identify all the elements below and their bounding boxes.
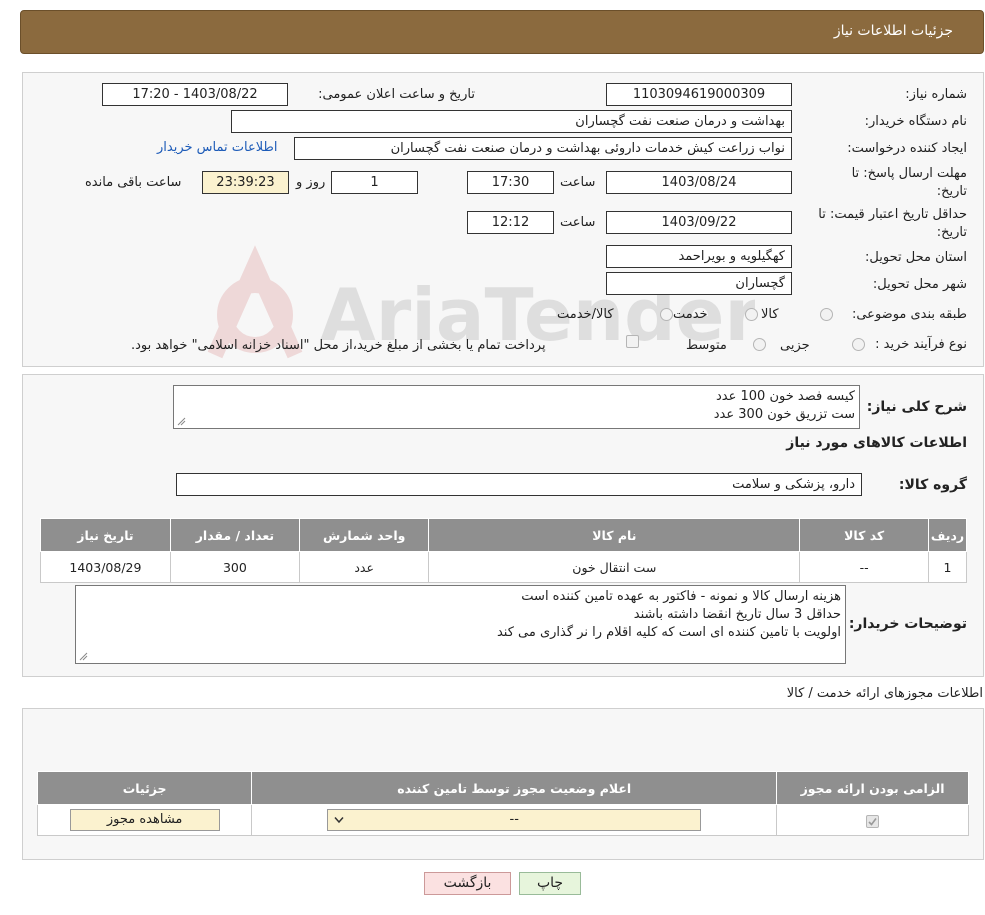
reply-deadline-label-2: تاریخ: — [936, 184, 967, 199]
chevron-down-icon — [334, 817, 344, 824]
view-permit-button[interactable]: مشاهده مجوز — [69, 809, 220, 831]
col-date-header: تاریخ نیاز — [40, 518, 171, 552]
city-field: گچساران — [606, 272, 792, 295]
permits-section-title: اطلاعات مجوزهای ارائه خدمت / کالا — [786, 686, 983, 701]
process-minor-radio[interactable] — [852, 338, 865, 351]
province-label: استان محل تحویل: — [865, 250, 967, 265]
col-code-header: کد کالا — [799, 518, 930, 552]
cell-row: 1 — [928, 551, 967, 583]
col-qty-header: تعداد / مقدار — [169, 518, 300, 552]
category-both-radio[interactable] — [660, 308, 673, 321]
need-number-field: 1103094619000309 — [606, 83, 792, 106]
requester-field: نواب زراعت کیش خدمات داروئی بهداشت و درم… — [294, 137, 792, 160]
province-field: کهگیلویه و بویراحمد — [606, 245, 792, 268]
col-name-header: نام کالا — [428, 518, 801, 552]
goods-group-label: گروه کالا: — [898, 477, 967, 493]
col-unit-header: واحد شمارش — [298, 518, 430, 552]
process-medium-radio[interactable] — [753, 338, 766, 351]
summary-label: شرح کلی نیاز: — [866, 399, 967, 415]
remaining-days: 1 — [331, 171, 418, 194]
permit-details-cell: مشاهده مجوز — [36, 804, 253, 836]
permit-status-header: اعلام وضعیت مجوز توسط تامین کننده — [251, 771, 778, 805]
reply-time-label: ساعت — [560, 175, 596, 190]
category-both-label: کالا/خدمت — [557, 307, 614, 322]
process-minor-label: جزیی — [780, 338, 810, 353]
price-validity-date: 1403/09/22 — [606, 211, 792, 234]
check-icon — [868, 817, 877, 826]
price-validity-label-2: تاریخ: — [936, 225, 967, 240]
cell-date: 1403/08/29 — [40, 551, 171, 583]
remaining-time-label: ساعت باقی مانده — [85, 175, 182, 190]
summary-line-2: ست تزریق خون 300 عدد — [713, 407, 855, 422]
permit-status-select[interactable]: -- — [327, 809, 702, 831]
permit-status-cell: -- — [251, 804, 778, 836]
price-validity-label: حداقل تاریخ اعتبار قیمت: تا — [818, 207, 967, 222]
price-validity-time: 12:12 — [467, 211, 554, 234]
table-row: -- مشاهده مجوز — [36, 804, 969, 836]
city-label: شهر محل تحویل: — [872, 277, 967, 292]
buyer-notes-textarea[interactable]: هزینه ارسال کالا و نمونه - فاکتور به عهد… — [75, 585, 846, 664]
summary-line-1: کیسه فصد خون 100 عدد — [715, 389, 855, 404]
category-label: طبقه بندی موضوعی: — [851, 307, 967, 322]
note-line-2: حداقل 3 سال تاریخ انقضا داشته باشند — [633, 607, 841, 622]
announce-datetime-field: 1403/08/22 - 17:20 — [102, 83, 288, 106]
page-title: جزئیات اطلاعات نیاز — [833, 23, 953, 39]
permits-table: الزامی بودن ارائه مجوز اعلام وضعیت مجوز … — [36, 771, 969, 836]
reply-deadline-label: مهلت ارسال پاسخ: تا — [851, 166, 967, 181]
reply-deadline-time: 17:30 — [467, 171, 554, 194]
buyer-org-label: نام دستگاه خریدار: — [864, 114, 967, 129]
need-number-label: شماره نیاز: — [905, 87, 967, 102]
permit-required-cell — [776, 804, 969, 836]
summary-textarea[interactable]: کیسه فصد خون 100 عدد ست تزریق خون 300 عد… — [173, 385, 860, 429]
note-line-3: اولویت با تامین کننده ای است که کلیه اقل… — [496, 625, 841, 640]
category-goods-radio[interactable] — [820, 308, 833, 321]
buyer-org-field: بهداشت و درمان صنعت نفت گچساران — [231, 110, 792, 133]
treasury-checkbox[interactable] — [626, 335, 639, 348]
goods-table: ردیف کد کالا نام کالا واحد شمارش تعداد /… — [40, 518, 967, 583]
permit-details-header: جزئیات — [36, 771, 253, 805]
table-row: 1 -- ست انتقال خون عدد 300 1403/08/29 — [40, 551, 967, 583]
process-type-label: نوع فرآیند خرید : — [875, 337, 967, 352]
print-button[interactable]: چاپ — [519, 872, 581, 895]
permit-required-header: الزامی بودن ارائه مجوز — [776, 771, 969, 805]
category-service-radio[interactable] — [745, 308, 758, 321]
remaining-time: 23:39:23 — [202, 171, 289, 194]
price-time-label: ساعت — [560, 215, 596, 230]
resize-grip-icon[interactable] — [79, 652, 88, 661]
goods-group-field: دارو، پزشکی و سلامت — [176, 473, 862, 496]
category-service-label: خدمت — [673, 307, 708, 322]
cell-name: ست انتقال خون — [428, 551, 801, 583]
permit-required-checkbox — [866, 814, 880, 828]
back-button[interactable]: بازگشت — [424, 872, 511, 895]
buyer-notes-label: توضیحات خریدار: — [848, 616, 967, 632]
goods-section-title: اطلاعات کالاهای مورد نیاز — [786, 435, 967, 451]
requester-label: ایجاد کننده درخواست: — [847, 141, 967, 156]
buyer-contact-link[interactable]: اطلاعات تماس خریدار — [157, 140, 277, 155]
note-line-1: هزینه ارسال کالا و نمونه - فاکتور به عهد… — [521, 589, 841, 604]
category-goods-label: کالا — [761, 307, 779, 322]
reply-deadline-date: 1403/08/24 — [606, 171, 792, 194]
cell-code: -- — [799, 551, 930, 583]
cell-qty: 300 — [169, 551, 300, 583]
permit-status-value: -- — [509, 812, 519, 827]
resize-grip-icon[interactable] — [177, 417, 186, 426]
process-medium-label: متوسط — [686, 338, 727, 353]
announce-datetime-label: تاریخ و ساعت اعلان عمومی: — [318, 87, 475, 102]
page-header: جزئیات اطلاعات نیاز — [20, 10, 984, 54]
days-label: روز و — [296, 175, 326, 190]
process-note: پرداخت تمام یا بخشی از مبلغ خرید،از محل … — [131, 338, 546, 353]
col-row-header: ردیف — [928, 518, 967, 552]
cell-unit: عدد — [298, 551, 430, 583]
